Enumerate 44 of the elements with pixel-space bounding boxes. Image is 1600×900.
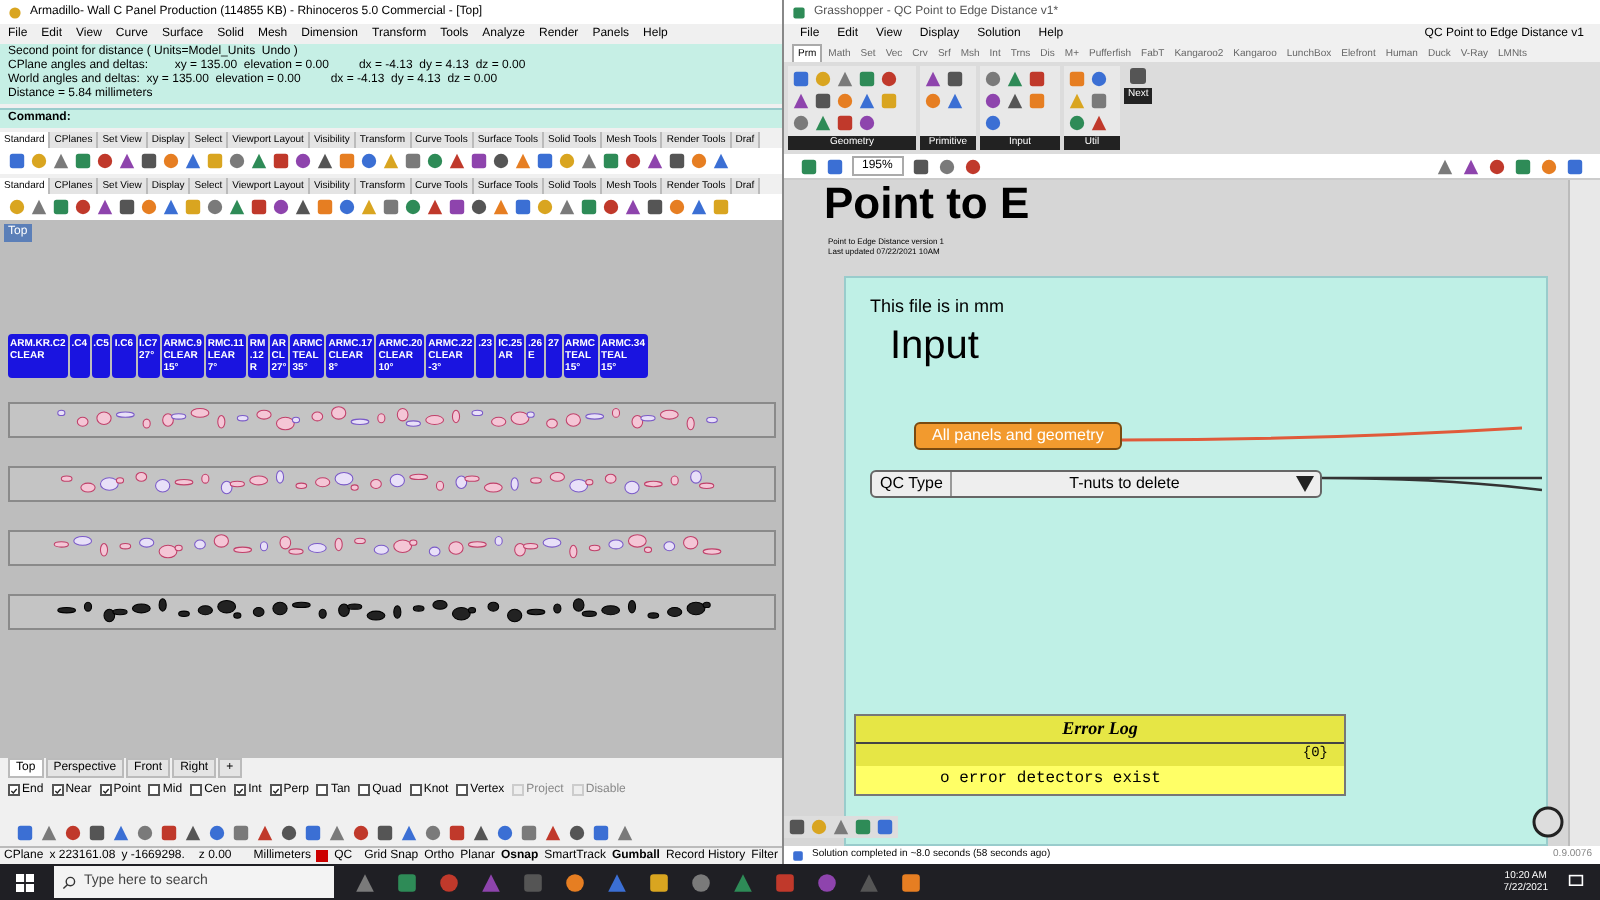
taskbar-app-icon[interactable] bbox=[564, 871, 586, 893]
taskbar-app-icon[interactable] bbox=[396, 871, 418, 893]
canvas-title: Point to E bbox=[824, 180, 1032, 228]
osnap-checkbox[interactable] bbox=[51, 784, 64, 796]
check-icon bbox=[236, 785, 245, 795]
tool-icon[interactable] bbox=[912, 157, 930, 175]
osnap-checkbox[interactable] bbox=[316, 784, 329, 796]
group-heading: Input bbox=[890, 321, 981, 369]
osnap-checkbox[interactable] bbox=[456, 784, 469, 796]
check-icon bbox=[53, 785, 62, 795]
dropdown-caret-icon[interactable] bbox=[1296, 475, 1314, 491]
osnap-checkbox[interactable] bbox=[190, 784, 203, 796]
taskbar-app-icon[interactable] bbox=[774, 871, 796, 893]
error-log-message: o error detectors exist bbox=[940, 767, 1161, 791]
app-icon[interactable] bbox=[8, 5, 22, 19]
value-list-value: T-nuts to delete bbox=[1067, 471, 1182, 495]
check-icon bbox=[10, 785, 18, 795]
search-icon bbox=[62, 875, 76, 889]
taskbar-app-icon[interactable] bbox=[648, 871, 670, 893]
error-log-title: Error Log bbox=[856, 715, 1344, 744]
scrollbar[interactable] bbox=[1568, 180, 1600, 846]
tool-icon[interactable] bbox=[1128, 66, 1149, 86]
check-icon bbox=[271, 785, 280, 795]
windows-logo-icon[interactable] bbox=[16, 873, 34, 891]
osnap-checkbox[interactable] bbox=[269, 784, 282, 796]
tool-icon[interactable] bbox=[964, 157, 982, 175]
taskbar-app-icon[interactable] bbox=[690, 871, 712, 893]
navigation-ring-icon[interactable] bbox=[1532, 806, 1564, 838]
value-list-label: QC Type bbox=[872, 471, 953, 495]
value-list[interactable]: QC Type T-nuts to delete bbox=[870, 469, 1322, 497]
app-icon[interactable] bbox=[792, 5, 806, 19]
taskbar-app-icon[interactable] bbox=[438, 871, 460, 893]
taskbar-app-icon[interactable] bbox=[900, 871, 922, 893]
osnap-checkbox[interactable] bbox=[148, 784, 161, 796]
osnap-checkbox[interactable] bbox=[234, 784, 247, 796]
osnap-checkbox[interactable] bbox=[8, 784, 20, 796]
taskbar-app-icon[interactable] bbox=[354, 871, 376, 893]
taskbar-app-icon[interactable] bbox=[732, 871, 754, 893]
check-icon bbox=[101, 785, 110, 795]
note-text: This file is in mm bbox=[870, 294, 1007, 320]
osnap-checkbox[interactable] bbox=[99, 784, 112, 796]
osnap-checkbox[interactable] bbox=[358, 784, 371, 796]
osnap-checkbox[interactable] bbox=[409, 784, 422, 796]
taskbar-app-icon[interactable] bbox=[606, 871, 628, 893]
